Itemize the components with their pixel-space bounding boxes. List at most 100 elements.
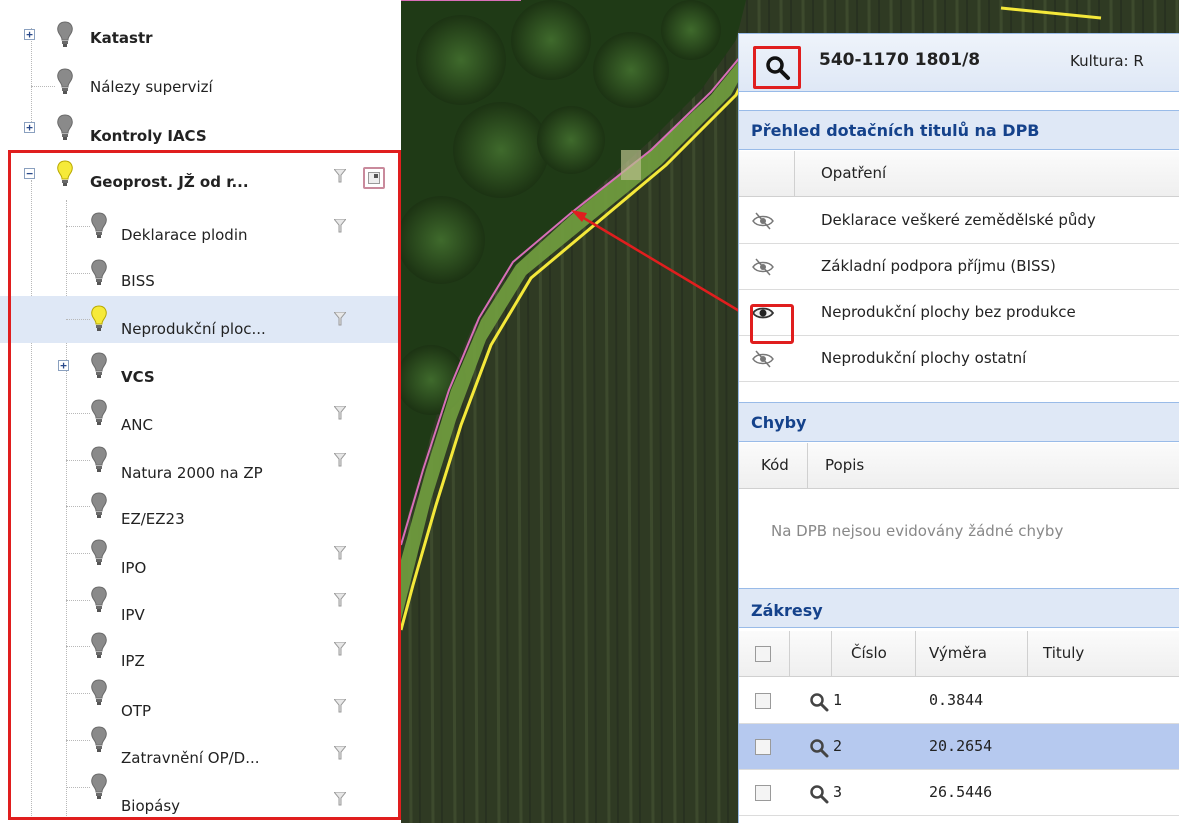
errors-section-header[interactable]: Chyby [739,402,1179,442]
tree-item-label: Deklarace plodin [121,226,248,244]
tree-item-ipv[interactable]: IPV [0,577,401,624]
drawing-area: 20.2654 [929,737,993,755]
panel-header: 540-1170 1801/8 Kultura: R [739,34,1179,92]
lightbulb-off-icon[interactable] [90,446,108,473]
errors-column-header: Kód Popis [739,443,1179,489]
subsidy-label: Neprodukční plochy bez produkce [821,303,1076,321]
column-header-tituly[interactable]: Tituly [1043,644,1084,662]
column-header-popis[interactable]: Popis [825,456,864,474]
tree-item-label: IPZ [121,652,145,670]
tree-item-ez-ez23[interactable]: EZ/EZ23 [0,483,401,530]
tree-item-biss[interactable]: BISS [0,250,401,297]
filter-icon[interactable] [334,219,346,233]
tree-item-label: Nálezy supervizí [90,78,213,96]
magnifier-icon[interactable] [809,692,829,712]
lightbulb-off-icon[interactable] [90,399,108,426]
tree-item-otp[interactable]: OTP [0,670,401,720]
drawings-section-header[interactable]: Zákresy [739,588,1179,628]
tree-item-zatravneni[interactable]: Zatravnění OP/D... [0,717,401,767]
select-all-checkbox[interactable] [755,646,771,662]
tree-item-label: Geoprost. JŽ od r... [90,173,249,191]
tree-item-anc[interactable]: ANC [0,390,401,437]
eye-hidden-icon[interactable] [752,257,774,277]
tree-item-label: Kontroly IACS [90,127,207,145]
tree-item-geoprost[interactable]: − Geoprost. JŽ od r... [0,156,401,203]
drawing-number: 3 [833,783,843,801]
lightbulb-off-icon[interactable] [90,586,108,613]
drawing-area: 26.5446 [929,783,993,801]
collapse-icon[interactable]: − [24,168,35,179]
tree-item-label: Neprodukční ploc... [121,320,266,338]
tree-item-katastr[interactable]: + Katastr [0,17,401,64]
column-header-opatreni[interactable]: Opatření [821,164,886,182]
row-checkbox[interactable] [755,693,771,709]
tree-item-label: ANC [121,416,153,434]
tree-item-label: BISS [121,272,155,290]
lightbulb-off-icon[interactable] [90,539,108,566]
subsidy-row[interactable]: Deklarace veškeré zemědělské půdy [739,198,1179,244]
tree-item-vcs[interactable]: + VCS [0,343,401,390]
lightbulb-off-icon[interactable] [90,259,108,286]
tree-item-kontroly-iacs[interactable]: + Kontroly IACS [0,110,401,157]
drawing-row[interactable]: 3 26.5446 [739,770,1179,816]
filter-icon[interactable] [334,746,346,760]
filter-icon[interactable] [334,453,346,467]
drawings-column-header: Číslo Výměra Tituly [739,631,1179,677]
expand-icon[interactable]: + [24,122,35,133]
magnifier-icon[interactable] [809,738,829,758]
tree-item-nalezy-supervizi[interactable]: Nálezy supervizí [0,64,401,111]
tree-item-ipo[interactable]: IPO [0,530,401,577]
subsidy-label: Deklarace veškeré zemědělské půdy [821,211,1096,229]
legend-button[interactable] [363,167,385,189]
expand-icon[interactable]: + [58,360,69,371]
lightbulb-off-icon[interactable] [90,212,108,239]
magnifier-icon[interactable] [809,784,829,804]
lightbulb-off-icon[interactable] [56,21,74,48]
lightbulb-on-icon[interactable] [90,305,108,332]
parcel-id: 540-1170 1801/8 [819,50,981,70]
tree-item-neprodukcni-plochy[interactable]: Neprodukční ploc... [0,296,401,343]
lightbulb-off-icon[interactable] [90,352,108,379]
tree-item-label: Katastr [90,29,153,47]
row-checkbox[interactable] [755,739,771,755]
tree-item-label: IPO [121,559,147,577]
filter-icon[interactable] [334,642,346,656]
subsidy-row[interactable]: Neprodukční plochy ostatní [739,336,1179,382]
column-header-kod[interactable]: Kód [761,456,789,474]
lightbulb-off-icon[interactable] [90,726,108,753]
filter-icon[interactable] [334,312,346,326]
eye-highlight-box [750,304,794,344]
subsidies-section-header[interactable]: Přehled dotačních titulů na DPB [739,110,1179,150]
lightbulb-off-icon[interactable] [56,114,74,141]
filter-icon[interactable] [334,699,346,713]
column-header-vymera[interactable]: Výměra [929,644,987,662]
tree-item-ipz[interactable]: IPZ [0,623,401,670]
subsidy-row-active[interactable]: Neprodukční plochy bez produkce [739,290,1179,336]
lightbulb-off-icon[interactable] [90,492,108,519]
subsidy-row[interactable]: Základní podpora příjmu (BISS) [739,244,1179,290]
drawing-row-selected[interactable]: 2 20.2654 [739,724,1179,770]
lightbulb-off-icon[interactable] [90,632,108,659]
eye-hidden-icon[interactable] [752,211,774,231]
filter-icon[interactable] [334,546,346,560]
lightbulb-off-icon[interactable] [90,773,108,800]
column-header-cislo[interactable]: Číslo [851,644,887,662]
subsidies-column-header: Opatření [739,151,1179,197]
drawing-row[interactable]: 1 0.3844 [739,678,1179,724]
zoom-to-parcel-button[interactable] [753,46,801,89]
filter-icon[interactable] [334,406,346,420]
tree-item-biopasy[interactable]: Biopásy [0,764,401,815]
layer-tree: + Katastr Nálezy supervizí + Kontroly IA… [0,0,401,823]
eye-hidden-icon[interactable] [752,349,774,369]
filter-icon[interactable] [334,593,346,607]
filter-icon[interactable] [334,792,346,806]
row-checkbox[interactable] [755,785,771,801]
drawing-area: 0.3844 [929,691,984,709]
filter-icon[interactable] [334,169,346,183]
tree-item-natura-2000[interactable]: Natura 2000 na ZP [0,437,401,484]
lightbulb-on-icon[interactable] [56,160,74,187]
expand-icon[interactable]: + [24,29,35,40]
lightbulb-off-icon[interactable] [56,68,74,95]
tree-item-deklarace-plodin[interactable]: Deklarace plodin [0,203,401,250]
lightbulb-off-icon[interactable] [90,679,108,706]
